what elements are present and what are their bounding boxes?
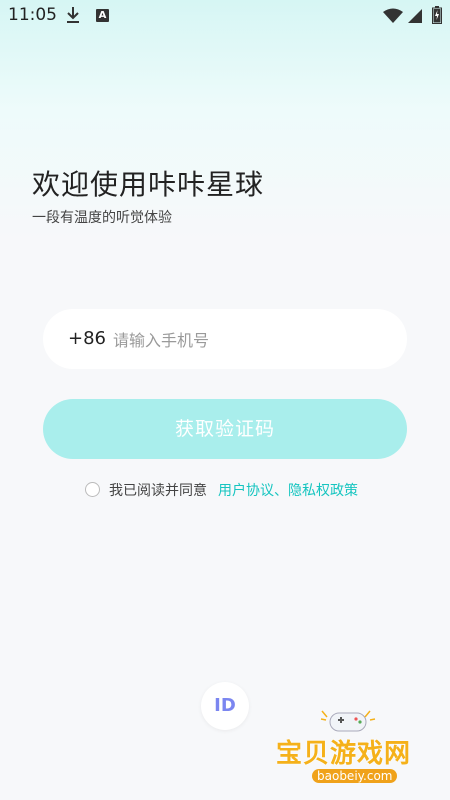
wifi-icon — [383, 8, 403, 28]
signal-icon — [407, 8, 423, 28]
status-time: 11:05 — [8, 5, 57, 25]
welcome-title: 欢迎使用咔咔星球 — [32, 168, 265, 201]
phone-input[interactable] — [111, 323, 385, 357]
watermark-url: baobeiy.com — [312, 769, 398, 783]
watermark: 宝贝游戏网 baobeiy.com — [270, 705, 450, 800]
country-code[interactable]: +86 — [68, 328, 106, 349]
phone-field[interactable]: +86 — [43, 309, 407, 369]
agreement-text: 我已阅读并同意 — [109, 483, 207, 499]
welcome-subtitle: 一段有温度的听觉体验 — [32, 210, 172, 226]
battery-icon — [432, 6, 442, 28]
agreement-checkbox[interactable] — [85, 482, 100, 497]
download-icon — [66, 6, 80, 28]
id-login-button[interactable]: ID — [201, 682, 249, 730]
watermark-site-name: 宝贝游戏网 — [276, 739, 412, 769]
status-bar: 11:05 A — [0, 0, 450, 32]
get-code-button[interactable]: 获取验证码 — [43, 399, 407, 459]
agreement-links[interactable]: 用户协议、隐私权政策 — [218, 480, 358, 500]
a-icon: A — [96, 9, 109, 22]
